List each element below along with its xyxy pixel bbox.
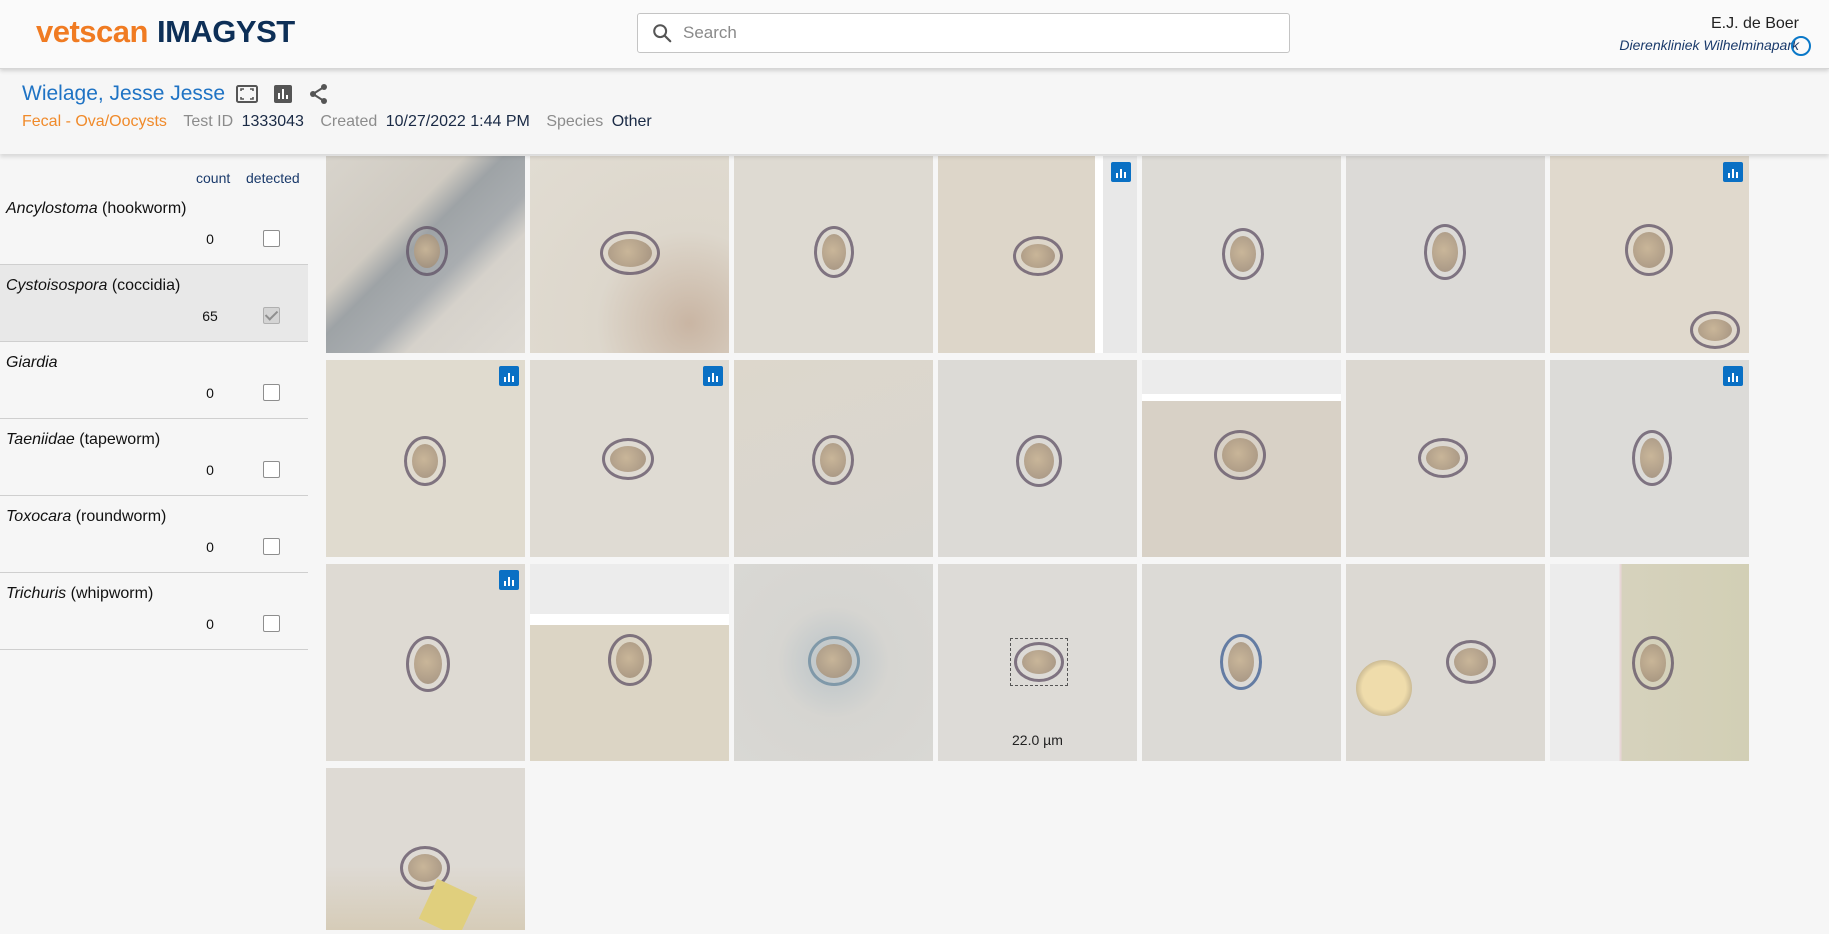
species-value: Other	[611, 113, 652, 130]
user-name: E.J. de Boer	[1710, 15, 1799, 32]
parasite-name: Ancylostoma (hookworm)	[6, 200, 187, 217]
detected-checkbox[interactable]	[263, 384, 280, 401]
patient-actions	[235, 82, 331, 106]
parasite-row-taeniidae[interactable]: Taeniidae (tapeworm) 0	[0, 419, 308, 496]
top-bar: vetscanIMAGYST E.J. de Boer Dierenklinie…	[0, 0, 1829, 69]
logo-imagyst: IMAGYST	[156, 14, 295, 49]
parasite-name: Cystoisospora (coccidia)	[6, 277, 181, 294]
search-input[interactable]	[683, 20, 1273, 46]
microscope-image-tile[interactable]	[1346, 156, 1545, 353]
created-value: 10/27/2022 1:44 PM	[385, 113, 530, 130]
user-info[interactable]: E.J. de Boer Dierenkliniek Wilhelminapar…	[1619, 14, 1811, 56]
vetscan-imagyst-logo[interactable]: vetscan IMAGYST	[36, 14, 295, 50]
microscope-image-tile[interactable]	[938, 360, 1137, 557]
analysis-badge-icon[interactable]	[499, 366, 519, 386]
test-id-value: 1333043	[241, 113, 304, 130]
microscope-image-tile[interactable]	[530, 564, 729, 761]
count-column-header: count	[196, 170, 231, 186]
microscope-image-tile[interactable]	[1142, 360, 1341, 557]
microscope-image-tile[interactable]	[326, 360, 525, 557]
analysis-badge-icon[interactable]	[499, 570, 519, 590]
microscope-image-tile[interactable]	[938, 156, 1137, 353]
microscope-image-tile[interactable]	[1550, 360, 1749, 557]
parasite-count: 0	[206, 539, 214, 555]
test-meta: Fecal - Ova/Oocysts Test ID 1333043 Crea…	[22, 113, 652, 131]
parasite-count: 0	[206, 462, 214, 478]
parasite-count: 0	[206, 231, 214, 247]
parasite-row-giardia[interactable]: Giardia 0	[0, 342, 308, 419]
share-icon[interactable]	[307, 82, 331, 106]
analysis-badge-icon[interactable]	[703, 366, 723, 386]
parasite-name: Giardia	[6, 354, 58, 371]
analysis-badge-icon[interactable]	[1111, 162, 1131, 182]
microscope-image-tile[interactable]	[1550, 156, 1749, 353]
microscope-image-tile[interactable]	[1142, 156, 1341, 353]
microscope-image-tile[interactable]	[734, 564, 933, 761]
parasite-row-cystoisospora[interactable]: Cystoisospora (coccidia) 65	[0, 265, 308, 342]
parasite-row-toxocara[interactable]: Toxocara (roundworm) 0	[0, 496, 308, 573]
detected-checkbox[interactable]	[263, 461, 280, 478]
patient-info-bar: Wielage, Jesse Jesse Fecal - Ova/Oocysts…	[0, 70, 1829, 154]
microscope-image-tile[interactable]	[1142, 564, 1341, 761]
parasite-name: Taeniidae (tapeworm)	[6, 431, 161, 448]
fullscreen-icon[interactable]	[235, 82, 259, 106]
microscope-image-tile[interactable]	[326, 156, 525, 353]
measurement-label: 22.0 µm	[1012, 732, 1063, 748]
parasite-count: 0	[206, 385, 214, 401]
microscope-image-tile[interactable]	[1550, 564, 1749, 761]
created-label: Created	[320, 113, 378, 130]
test-id-label: Test ID	[183, 113, 234, 130]
user-menu-icon[interactable]	[1791, 36, 1811, 56]
patient-name[interactable]: Wielage, Jesse Jesse	[22, 82, 225, 106]
parasite-sidebar: count detected Ancylostoma (hookworm) 0 …	[0, 160, 308, 650]
microscope-image-tile[interactable]	[326, 564, 525, 761]
analysis-badge-icon[interactable]	[1723, 162, 1743, 182]
microscope-image-tile[interactable]	[530, 360, 729, 557]
detected-column-header: detected	[246, 170, 300, 186]
search-icon	[653, 24, 672, 43]
parasite-count: 0	[206, 616, 214, 632]
parasite-count: 65	[202, 308, 218, 324]
detected-checkbox[interactable]	[263, 538, 280, 555]
parasite-name: Trichuris (whipworm)	[6, 585, 154, 602]
microscope-image-tile[interactable]	[734, 156, 933, 353]
detected-checkbox[interactable]	[263, 230, 280, 247]
sidebar-header: count detected	[0, 160, 308, 188]
parasite-row-trichuris[interactable]: Trichuris (whipworm) 0	[0, 573, 308, 650]
report-chart-icon[interactable]	[271, 82, 295, 106]
search-box	[637, 13, 1290, 53]
parasite-row-ancylostoma[interactable]: Ancylostoma (hookworm) 0	[0, 188, 308, 265]
microscope-image-tile[interactable]	[734, 360, 933, 557]
detected-checkbox[interactable]	[263, 615, 280, 632]
microscope-image-tile[interactable]	[1346, 564, 1545, 761]
parasite-name: Toxocara (roundworm)	[6, 508, 167, 525]
species-label: Species	[546, 113, 604, 130]
test-type: Fecal - Ova/Oocysts	[22, 113, 167, 130]
microscope-image-tile[interactable]	[326, 768, 525, 930]
detected-checkbox[interactable]	[263, 307, 280, 324]
microscope-image-tile[interactable]	[1346, 360, 1545, 557]
analysis-badge-icon[interactable]	[1723, 366, 1743, 386]
microscope-image-tile[interactable]: 22.0 µm	[938, 564, 1137, 761]
debris-sphere	[1356, 660, 1412, 716]
microscope-image-tile[interactable]	[530, 156, 729, 353]
clinic-name: Dierenkliniek Wilhelminapark	[1619, 37, 1799, 53]
logo-vetscan: vetscan	[36, 14, 148, 49]
